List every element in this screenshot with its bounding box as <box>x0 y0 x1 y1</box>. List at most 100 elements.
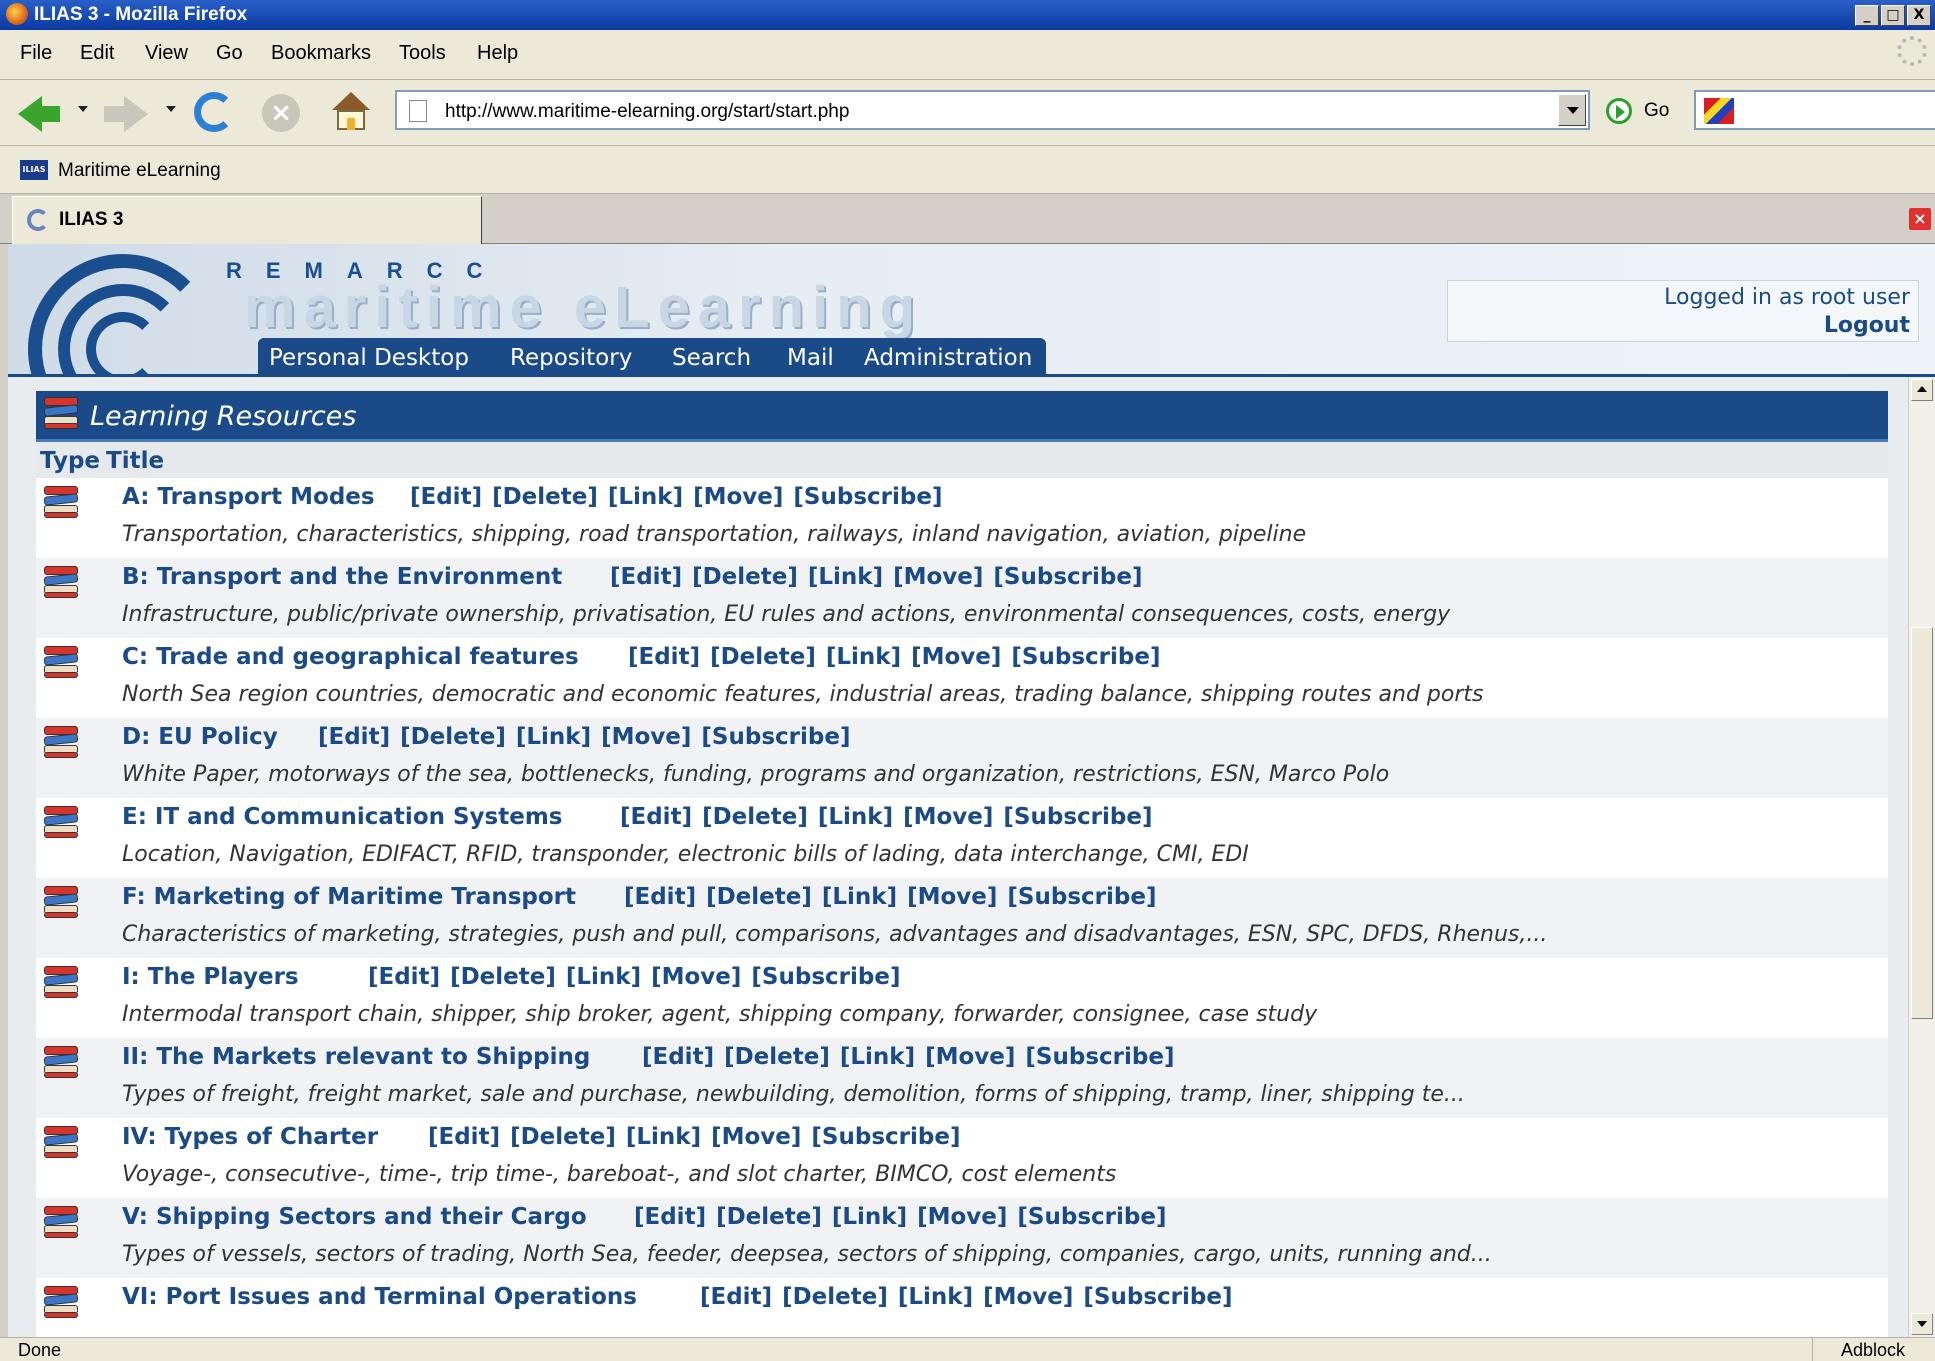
delete-link[interactable]: [Delete] <box>692 564 798 590</box>
address-url[interactable]: http://www.maritime-elearning.org/start/… <box>445 101 849 123</box>
subscribe-link[interactable]: [Subscribe] <box>1025 1044 1174 1070</box>
window-title-bar[interactable]: ILIAS 3 - Mozilla Firefox _ □ X <box>0 0 1935 30</box>
subscribe-link[interactable]: [Subscribe] <box>751 964 900 990</box>
link-link[interactable]: [Link] <box>626 1124 701 1150</box>
edit-link[interactable]: [Edit] <box>628 644 700 670</box>
link-link[interactable]: [Link] <box>818 804 893 830</box>
nav-repository[interactable]: Repository <box>510 345 632 371</box>
scroll-up-button[interactable] <box>1911 379 1933 401</box>
move-link[interactable]: [Move] <box>893 564 983 590</box>
move-link[interactable]: [Move] <box>917 1204 1007 1230</box>
move-link[interactable]: [Move] <box>711 1124 801 1150</box>
maximize-button[interactable]: □ <box>1881 5 1905 26</box>
edit-link[interactable]: [Edit] <box>624 884 696 910</box>
tab-ilias-3[interactable]: ILIAS 3 <box>12 196 482 244</box>
address-dropdown-button[interactable] <box>1558 94 1586 126</box>
menu-edit[interactable]: Edit <box>80 42 114 65</box>
logout-link[interactable]: Logout <box>1824 313 1910 338</box>
link-link[interactable]: [Link] <box>826 644 901 670</box>
nav-search[interactable]: Search <box>672 345 751 371</box>
back-history-dropdown[interactable] <box>78 106 88 112</box>
move-link[interactable]: [Move] <box>651 964 741 990</box>
resource-title-link[interactable]: F: Marketing of Maritime Transport <box>122 884 576 910</box>
subscribe-link[interactable]: [Subscribe] <box>1011 644 1160 670</box>
resource-title-link[interactable]: V: Shipping Sectors and their Cargo <box>122 1204 587 1230</box>
subscribe-link[interactable]: [Subscribe] <box>1017 1204 1166 1230</box>
edit-link[interactable]: [Edit] <box>642 1044 714 1070</box>
link-link[interactable]: [Link] <box>808 564 883 590</box>
close-window-button[interactable]: X <box>1907 5 1931 26</box>
resource-title-link[interactable]: VI: Port Issues and Terminal Operations <box>122 1284 637 1310</box>
menu-file[interactable]: File <box>20 42 52 65</box>
resource-title-link[interactable]: D: EU Policy <box>122 724 278 750</box>
move-link[interactable]: [Move] <box>925 1044 1015 1070</box>
subscribe-link[interactable]: [Subscribe] <box>1003 804 1152 830</box>
forward-history-dropdown[interactable] <box>166 106 176 112</box>
minimize-button[interactable]: _ <box>1855 5 1879 26</box>
delete-link[interactable]: [Delete] <box>782 1284 888 1310</box>
address-bar[interactable]: http://www.maritime-elearning.org/start/… <box>395 90 1590 130</box>
move-link[interactable]: [Move] <box>601 724 691 750</box>
resource-title-link[interactable]: I: The Players <box>122 964 299 990</box>
menu-tools[interactable]: Tools <box>399 42 446 65</box>
link-link[interactable]: [Link] <box>840 1044 915 1070</box>
move-link[interactable]: [Move] <box>903 804 993 830</box>
link-link[interactable]: [Link] <box>822 884 897 910</box>
resource-title-link[interactable]: E: IT and Communication Systems <box>122 804 563 830</box>
delete-link[interactable]: [Delete] <box>400 724 506 750</box>
edit-link[interactable]: [Edit] <box>428 1124 500 1150</box>
subscribe-link[interactable]: [Subscribe] <box>993 564 1142 590</box>
delete-link[interactable]: [Delete] <box>724 1044 830 1070</box>
scroll-thumb[interactable] <box>1911 627 1933 1019</box>
edit-link[interactable]: [Edit] <box>318 724 390 750</box>
resource-title-link[interactable]: A: Transport Modes <box>122 484 375 510</box>
link-link[interactable]: [Link] <box>898 1284 973 1310</box>
move-link[interactable]: [Move] <box>693 484 783 510</box>
nav-administration[interactable]: Administration <box>864 345 1032 371</box>
stop-button[interactable]: × <box>256 90 304 134</box>
delete-link[interactable]: [Delete] <box>710 644 816 670</box>
edit-link[interactable]: [Edit] <box>368 964 440 990</box>
subscribe-link[interactable]: [Subscribe] <box>811 1124 960 1150</box>
reload-button[interactable] <box>190 90 238 134</box>
menu-go[interactable]: Go <box>216 42 243 65</box>
edit-link[interactable]: [Edit] <box>610 564 682 590</box>
edit-link[interactable]: [Edit] <box>700 1284 772 1310</box>
delete-link[interactable]: [Delete] <box>702 804 808 830</box>
edit-link[interactable]: [Edit] <box>410 484 482 510</box>
nav-personal-desktop[interactable]: Personal Desktop <box>269 345 469 371</box>
search-engine-flag-icon[interactable] <box>1704 98 1734 124</box>
resource-title-link[interactable]: IV: Types of Charter <box>122 1124 378 1150</box>
move-link[interactable]: [Move] <box>907 884 997 910</box>
link-link[interactable]: [Link] <box>832 1204 907 1230</box>
delete-link[interactable]: [Delete] <box>706 884 812 910</box>
home-button[interactable] <box>326 90 374 134</box>
edit-link[interactable]: [Edit] <box>620 804 692 830</box>
subscribe-link[interactable]: [Subscribe] <box>701 724 850 750</box>
delete-link[interactable]: [Delete] <box>716 1204 822 1230</box>
link-link[interactable]: [Link] <box>608 484 683 510</box>
resource-title-link[interactable]: C: Trade and geographical features <box>122 644 579 670</box>
resource-title-link[interactable]: B: Transport and the Environment <box>122 564 562 590</box>
close-tab-icon[interactable]: × <box>1909 208 1931 230</box>
subscribe-link[interactable]: [Subscribe] <box>793 484 942 510</box>
menu-view[interactable]: View <box>145 42 188 65</box>
vertical-scrollbar[interactable] <box>1908 377 1935 1337</box>
delete-link[interactable]: [Delete] <box>510 1124 616 1150</box>
back-button[interactable] <box>14 90 62 134</box>
edit-link[interactable]: [Edit] <box>634 1204 706 1230</box>
resource-title-link[interactable]: II: The Markets relevant to Shipping <box>122 1044 590 1070</box>
move-link[interactable]: [Move] <box>983 1284 1073 1310</box>
adblock-status[interactable]: Adblock <box>1812 1338 1935 1361</box>
move-link[interactable]: [Move] <box>911 644 1001 670</box>
menu-help[interactable]: Help <box>477 42 518 65</box>
search-input[interactable] <box>1694 90 1935 130</box>
link-link[interactable]: [Link] <box>566 964 641 990</box>
delete-link[interactable]: [Delete] <box>492 484 598 510</box>
menu-bookmarks[interactable]: Bookmarks <box>271 42 371 65</box>
delete-link[interactable]: [Delete] <box>450 964 556 990</box>
forward-button[interactable] <box>102 90 150 134</box>
subscribe-link[interactable]: [Subscribe] <box>1083 1284 1232 1310</box>
link-link[interactable]: [Link] <box>516 724 591 750</box>
subscribe-link[interactable]: [Subscribe] <box>1007 884 1156 910</box>
